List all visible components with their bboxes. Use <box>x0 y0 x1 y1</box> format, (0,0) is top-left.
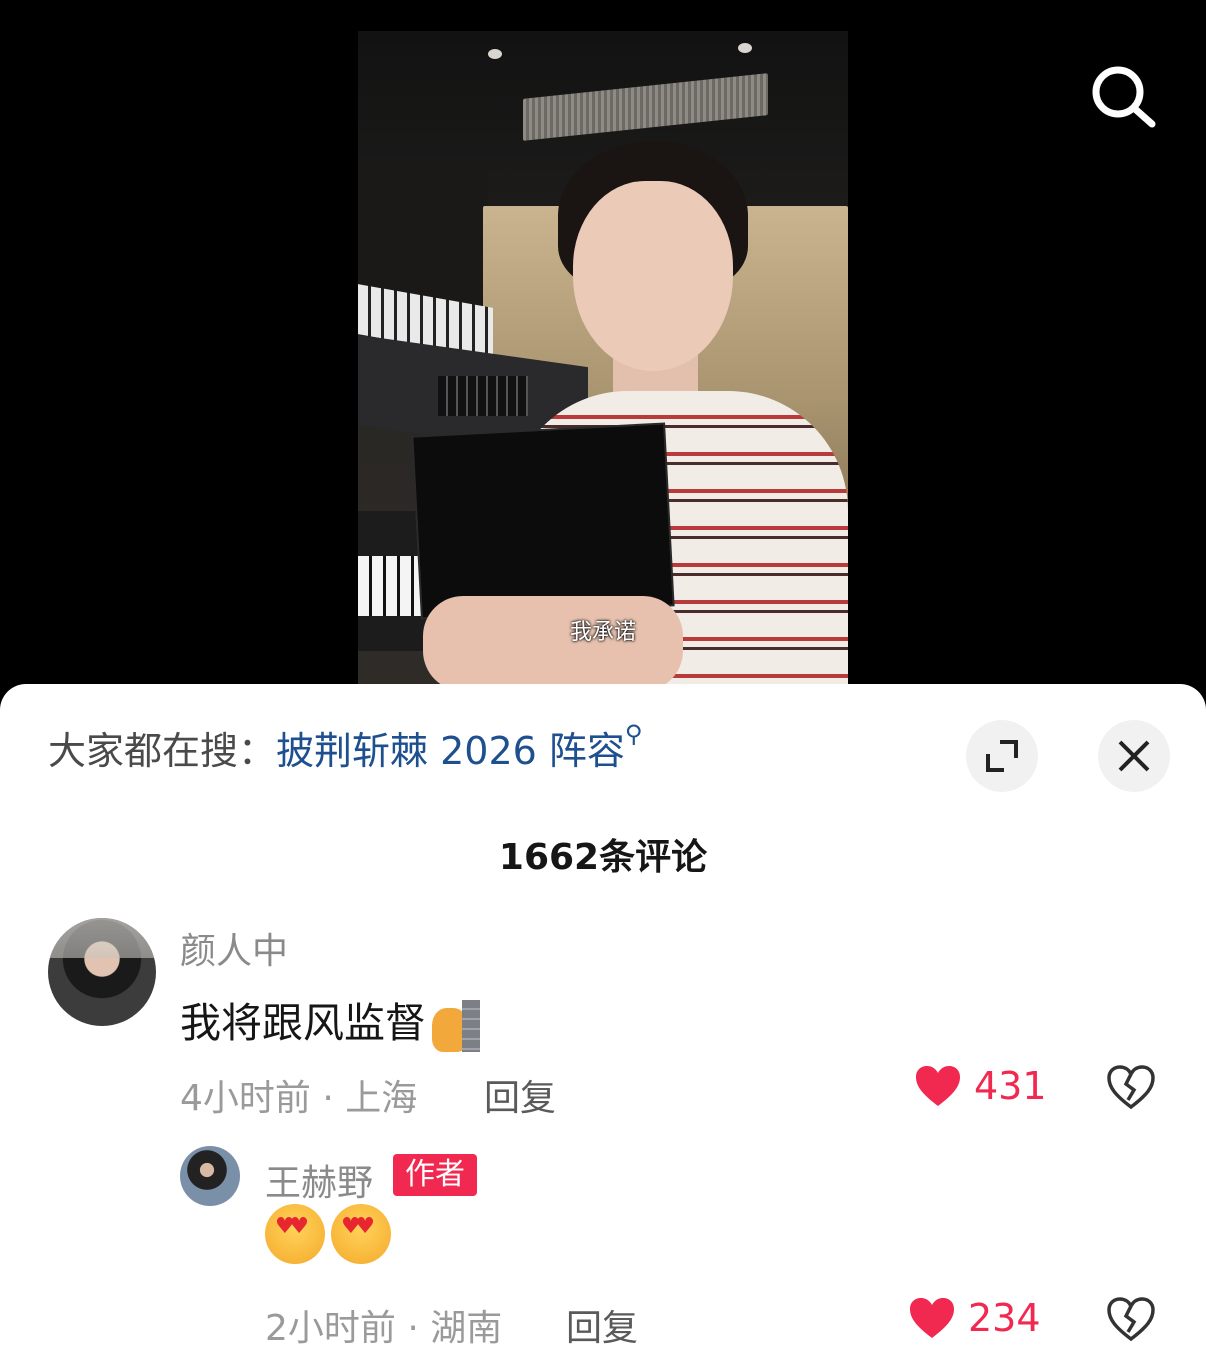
dislike-button[interactable] <box>1106 1064 1156 1114</box>
comment-body: 我将跟风监督 <box>180 999 426 1047</box>
reply-button[interactable]: 回复 <box>566 1299 638 1351</box>
comment-sheet: 大家都在搜：披荆斩棘 2026 阵容⚲ 1662条评论 颜人中 我将跟风监督 4… <box>0 684 1206 1366</box>
comment-text: 我将跟风监督 <box>180 989 480 1052</box>
search-button[interactable] <box>1088 62 1158 132</box>
heart-eyes-kiss-emoji <box>265 1204 325 1264</box>
trending-search-bar[interactable]: 大家都在搜：披荆斩棘 2026 阵容⚲ <box>48 720 642 775</box>
search-icon <box>1092 66 1156 128</box>
heart-filled-icon <box>916 1066 960 1106</box>
video-subtitle: 我承诺 <box>569 620 636 645</box>
broken-heart-icon <box>1107 1065 1155 1110</box>
trending-prefix: 大家都在搜： <box>48 729 277 773</box>
heart-filled-icon <box>910 1298 954 1338</box>
person-face <box>573 181 733 371</box>
comment-count: 1662条评论 <box>498 837 708 878</box>
close-button[interactable] <box>1098 720 1170 792</box>
ceiling-light <box>488 49 502 59</box>
reply-time-location: 2小时前 · 湖南 <box>265 1308 503 1349</box>
expand-icon <box>986 740 1018 772</box>
like-count: 234 <box>968 1296 1041 1340</box>
comment-time-location: 4小时前 · 上海 <box>180 1078 418 1119</box>
synth-pads <box>438 376 528 416</box>
trending-keyword-link[interactable]: 披荆斩棘 2026 阵容 <box>276 729 625 773</box>
search-small-icon: ⚲ <box>624 720 643 748</box>
broken-heart-icon <box>1107 1297 1155 1342</box>
black-card <box>413 424 673 618</box>
author-badge: 作者 <box>393 1154 477 1196</box>
bear-peeking-wall-emoji <box>432 1000 480 1052</box>
reply-text <box>265 1204 397 1276</box>
avatar[interactable] <box>48 918 156 1026</box>
expand-button[interactable] <box>966 720 1038 792</box>
reply-avatar[interactable] <box>180 1146 240 1206</box>
video-frame[interactable]: 我承诺 <box>358 31 848 690</box>
reply-button[interactable]: 回复 <box>484 1069 556 1121</box>
dislike-button[interactable] <box>1106 1296 1156 1346</box>
ceiling-light <box>738 43 752 53</box>
like-button[interactable]: 431 <box>914 1064 1047 1108</box>
reply-username[interactable]: 王赫野 <box>265 1154 373 1206</box>
close-icon <box>1118 740 1150 772</box>
like-count: 431 <box>974 1064 1047 1108</box>
heart-eyes-kiss-emoji <box>331 1204 391 1264</box>
like-button[interactable]: 234 <box>908 1296 1041 1340</box>
video-player-area[interactable]: 我承诺 <box>0 0 1206 690</box>
comment-username[interactable]: 颜人中 <box>180 922 288 974</box>
